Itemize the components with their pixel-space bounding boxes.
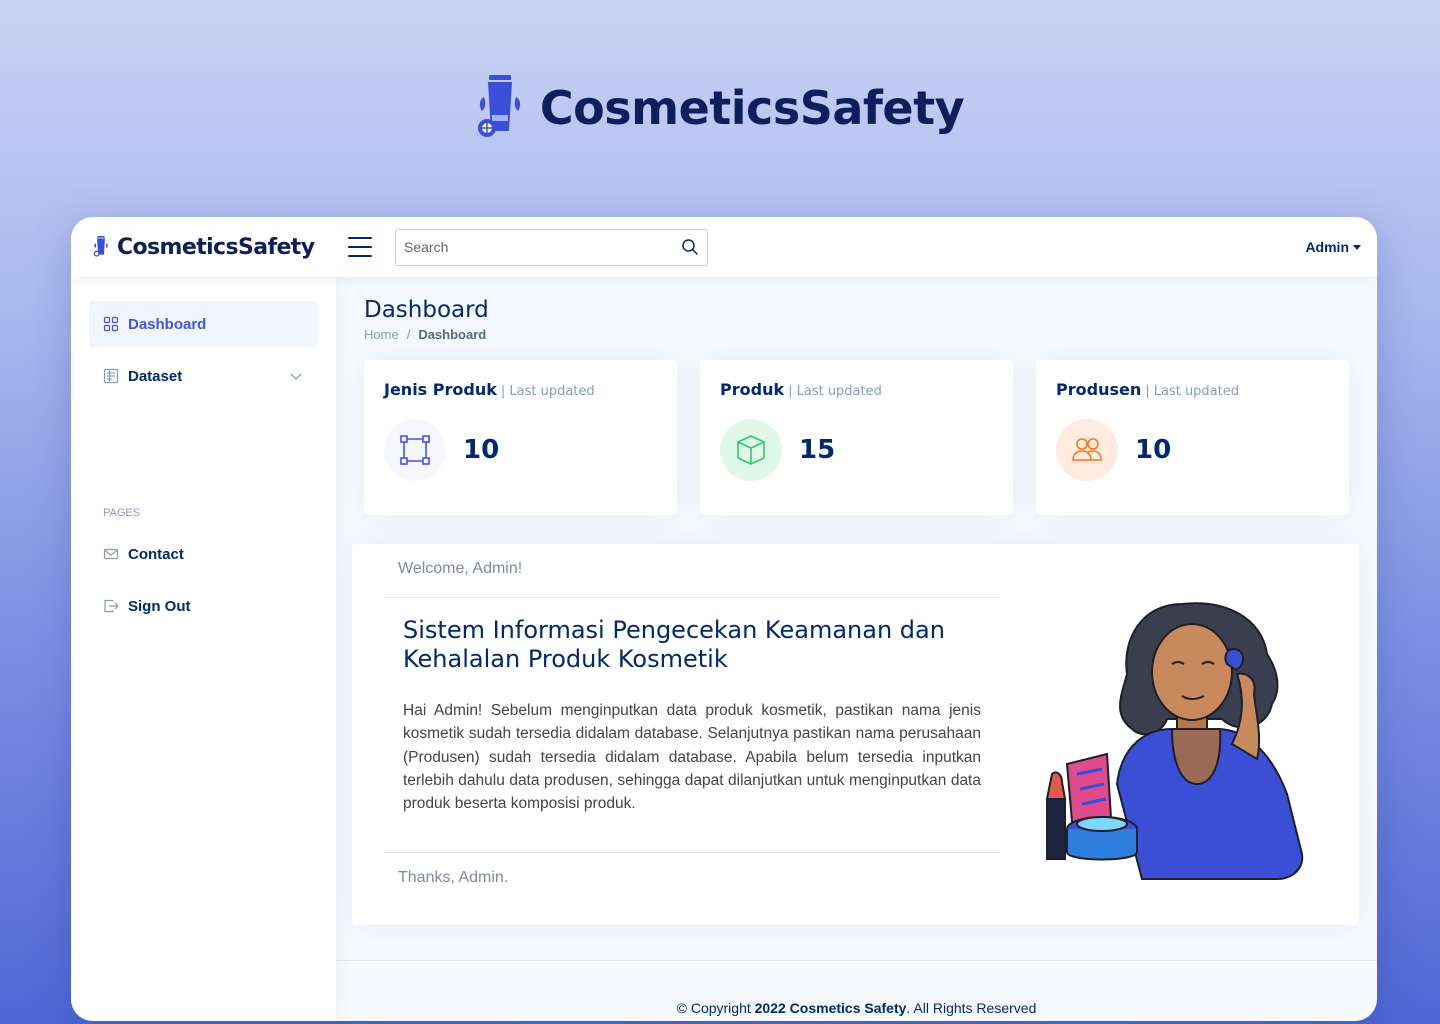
card-title-text: Produk: [720, 380, 785, 399]
sidebar-item-label: Sign Out: [128, 597, 191, 615]
card-produk: Produk | Last updated 15: [700, 360, 1013, 515]
bounding-box-icon: [400, 435, 430, 465]
card-icon-circle: [384, 419, 446, 481]
welcome-title: Sistem Informasi Pengecekan Keamanan dan…: [403, 616, 945, 673]
card-title-text: Jenis Produk: [384, 380, 497, 399]
box-arrow-right-icon: [104, 599, 119, 613]
cosmetics-tube-logo-icon: [477, 75, 521, 137]
footer-suffix: . All Rights Reserved: [906, 1000, 1037, 1016]
brand-name: CosmeticsSafety: [117, 234, 315, 260]
breadcrumb-home[interactable]: Home: [364, 327, 399, 342]
footer-prefix: © Copyright: [676, 1000, 751, 1016]
user-menu[interactable]: Admin: [1305, 239, 1361, 255]
card-jenis-produk: Jenis Produk | Last updated 10: [364, 360, 677, 515]
card-subtitle: | Last updated: [500, 384, 595, 399]
sidebar-item-label: Dashboard: [128, 315, 207, 333]
sidebar-item-label: Contact: [128, 545, 184, 563]
breadcrumb-separator: /: [406, 327, 411, 342]
card-icon-circle: [1056, 419, 1118, 481]
hero-title: CosmeticsSafety: [539, 81, 965, 135]
cosmetics-tube-logo-icon: [93, 236, 108, 257]
card-body: 10: [1056, 419, 1329, 481]
card-value: 10: [1135, 435, 1172, 465]
sidebar-item-contact[interactable]: Contact: [89, 531, 318, 577]
card-title: Produsen | Last updated: [1056, 380, 1329, 399]
card-subtitle: | Last updated: [1145, 384, 1239, 399]
welcome-card: Welcome, Admin! Sistem Informasi Pengece…: [352, 544, 1359, 925]
stat-cards: Jenis Produk | Last updated 10 Produk | …: [364, 360, 1349, 515]
breadcrumb: Home / Dashboard: [364, 327, 486, 342]
box-icon: [737, 435, 765, 465]
pages-heading: PAGES: [103, 507, 141, 519]
envelope-icon: [103, 548, 119, 560]
card-title: Jenis Produk | Last updated: [384, 380, 657, 399]
card-produsen: Produsen | Last updated 10: [1036, 360, 1349, 515]
people-icon: [1072, 438, 1102, 461]
card-subtitle: | Last updated: [788, 384, 882, 399]
hero-header: CosmeticsSafety: [0, 68, 1440, 148]
card-body: 10: [384, 419, 657, 481]
welcome-header: Welcome, Admin!: [398, 560, 523, 577]
menu-toggle-icon[interactable]: [348, 237, 372, 257]
card-body: 15: [720, 419, 993, 481]
card-value: 15: [799, 435, 836, 465]
welcome-footer: Thanks, Admin.: [398, 869, 509, 886]
divider: [384, 597, 1000, 598]
woman-makeup-illustration: [1045, 602, 1304, 880]
footer: © Copyright 2022 Cosmetics Safety. All R…: [336, 1000, 1377, 1016]
card-title-text: Produsen: [1056, 380, 1142, 399]
brand[interactable]: CosmeticsSafety: [93, 235, 333, 260]
search-input[interactable]: [404, 239, 681, 255]
sidebar: Dashboard Dataset PAGES Contact Sign Out: [71, 277, 336, 1021]
breadcrumb-current: Dashboard: [418, 327, 487, 342]
grid-icon: [103, 316, 119, 332]
card-icon-circle: [720, 419, 782, 481]
footer-company: 2022 Cosmetics Safety: [754, 1000, 907, 1016]
welcome-text: Hai Admin! Sebelum menginputkan data pro…: [403, 702, 981, 813]
sidebar-item-dataset[interactable]: Dataset: [89, 353, 318, 399]
card-title: Produk | Last updated: [720, 380, 993, 399]
layout-text-icon: [103, 368, 119, 384]
sidebar-item-label: Dataset: [128, 367, 183, 385]
sidebar-item-dashboard[interactable]: Dashboard: [89, 301, 318, 347]
search-icon[interactable]: [681, 238, 699, 256]
app-window: CosmeticsSafety Admin Dashboard: [71, 217, 1377, 1021]
topbar: CosmeticsSafety Admin: [71, 217, 1377, 277]
divider: [384, 852, 1000, 853]
sidebar-item-sign-out[interactable]: Sign Out: [89, 583, 318, 629]
page-title: Dashboard: [364, 297, 489, 323]
caret-down-icon: [1353, 244, 1361, 250]
main-content: Dashboard Home / Dashboard Jenis Produk |…: [336, 277, 1377, 1021]
card-value: 10: [463, 435, 500, 465]
search-bar: [395, 228, 708, 266]
footer-divider: [336, 960, 1377, 961]
chevron-down-icon: [290, 373, 302, 380]
user-name: Admin: [1305, 239, 1349, 255]
